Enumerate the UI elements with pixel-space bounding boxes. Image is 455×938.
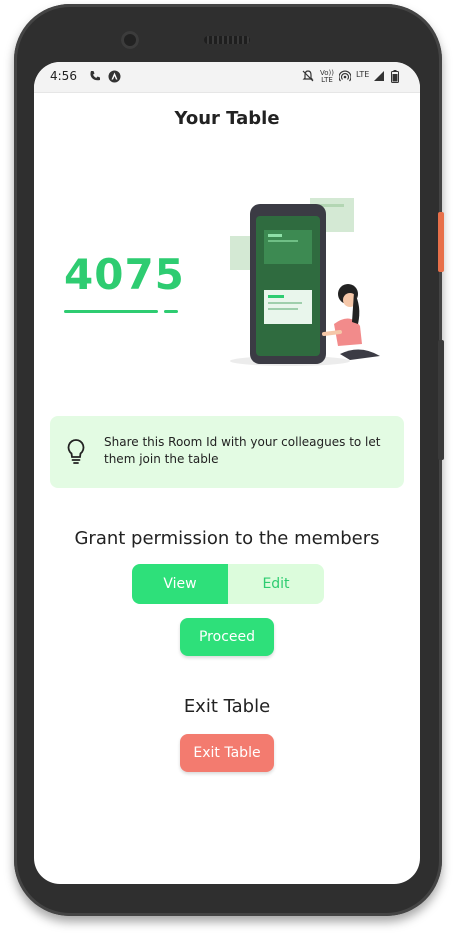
status-time: 4:56 bbox=[50, 69, 77, 83]
mute-icon bbox=[302, 70, 314, 85]
app-screen: 4:56 Vo)) LTE LTE Your Table 4075 Share … bbox=[34, 62, 420, 884]
permission-title: Grant permission to the members bbox=[74, 528, 380, 549]
exit-title: Exit Table bbox=[183, 696, 271, 717]
room-id-underline bbox=[64, 310, 158, 313]
battery-icon bbox=[391, 70, 399, 86]
view-option[interactable]: View bbox=[132, 564, 228, 604]
exit-table-button[interactable]: Exit Table bbox=[180, 734, 274, 772]
power-button bbox=[438, 212, 444, 272]
lte-icon: LTE bbox=[356, 70, 370, 79]
permission-toggle: View Edit bbox=[132, 564, 324, 604]
room-id: 4075 bbox=[64, 250, 185, 299]
proceed-button[interactable]: Proceed bbox=[180, 618, 274, 656]
room-id-underline-short bbox=[164, 310, 178, 313]
volte-icon: Vo)) LTE bbox=[320, 69, 334, 84]
info-text: Share this Room Id with your colleagues … bbox=[104, 435, 381, 466]
front-camera bbox=[121, 31, 139, 49]
page-title: Your Table bbox=[174, 108, 280, 129]
phone-illustration bbox=[230, 198, 380, 366]
lightbulb-icon bbox=[67, 439, 85, 464]
earpiece-speaker bbox=[204, 36, 250, 44]
signal-icon bbox=[373, 70, 385, 85]
info-card: Share this Room Id with your colleagues … bbox=[50, 416, 404, 488]
volume-button bbox=[438, 340, 444, 460]
phone-icon bbox=[89, 70, 101, 85]
hotspot-icon bbox=[338, 70, 352, 85]
app-icon bbox=[108, 70, 121, 86]
edit-option[interactable]: Edit bbox=[228, 564, 324, 604]
status-bar: 4:56 Vo)) LTE LTE bbox=[34, 62, 420, 93]
